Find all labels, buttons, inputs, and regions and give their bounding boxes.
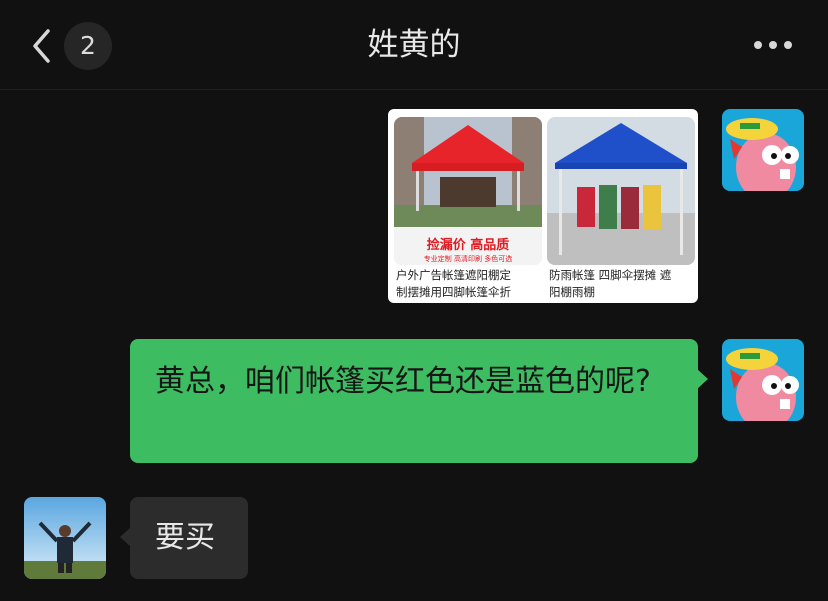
bubble-tail [120,527,131,547]
banner-sub-text: 专业定制 高清印刷 多色可选 [424,254,512,263]
product-item-blue-tent[interactable]: 防雨帐篷 四脚伞摆摊 遮 阳棚雨棚 [547,117,695,299]
product-card-message[interactable]: 捡漏价 高品质 专业定制 高清印刷 多色可选 户外广告帐篷遮阳棚定 制摆摊用四脚… [388,109,698,303]
received-message-bubble[interactable]: 要买 [120,497,248,579]
caption-line-1: 防雨帐篷 四脚伞摆摊 遮 [549,268,672,282]
my-avatar[interactable] [722,339,804,421]
red-tent-image: 捡漏价 高品质 专业定制 高清印刷 多色可选 [394,117,542,265]
cartoon-fish-avatar-icon [722,339,804,421]
caption-line-1: 户外广告帐篷遮阳棚定 [396,268,511,282]
more-options-icon[interactable] [748,30,798,60]
sent-message-bubble[interactable]: 黄总，咱们帐篷买红色还是蓝色的呢? [130,339,708,463]
chat-title: 姓黄的 [367,27,461,63]
product-caption: 防雨帐篷 四脚伞摆摊 遮 阳棚雨棚 [549,267,697,301]
product-caption: 户外广告帐篷遮阳棚定 制摆摊用四脚帐篷伞折 [396,267,544,301]
received-message-text: 要买 [155,520,215,555]
person-photo-avatar-icon [24,497,106,579]
cartoon-fish-avatar-icon [722,109,804,191]
bubble-tail [697,369,708,389]
banner-main-text: 捡漏价 高品质 [427,237,510,253]
contact-avatar[interactable] [24,497,106,579]
my-avatar[interactable] [722,109,804,191]
chat-header: 2 姓黄的 [0,0,828,90]
blue-tent-image [547,117,695,265]
caption-line-2: 阳棚雨棚 [549,285,595,299]
caption-line-2: 制摆摊用四脚帐篷伞折 [396,285,511,299]
sent-message-text: 黄总，咱们帐篷买红色还是蓝色的呢? [155,364,651,399]
product-item-red-tent[interactable]: 捡漏价 高品质 专业定制 高清印刷 多色可选 户外广告帐篷遮阳棚定 制摆摊用四脚… [394,117,542,299]
